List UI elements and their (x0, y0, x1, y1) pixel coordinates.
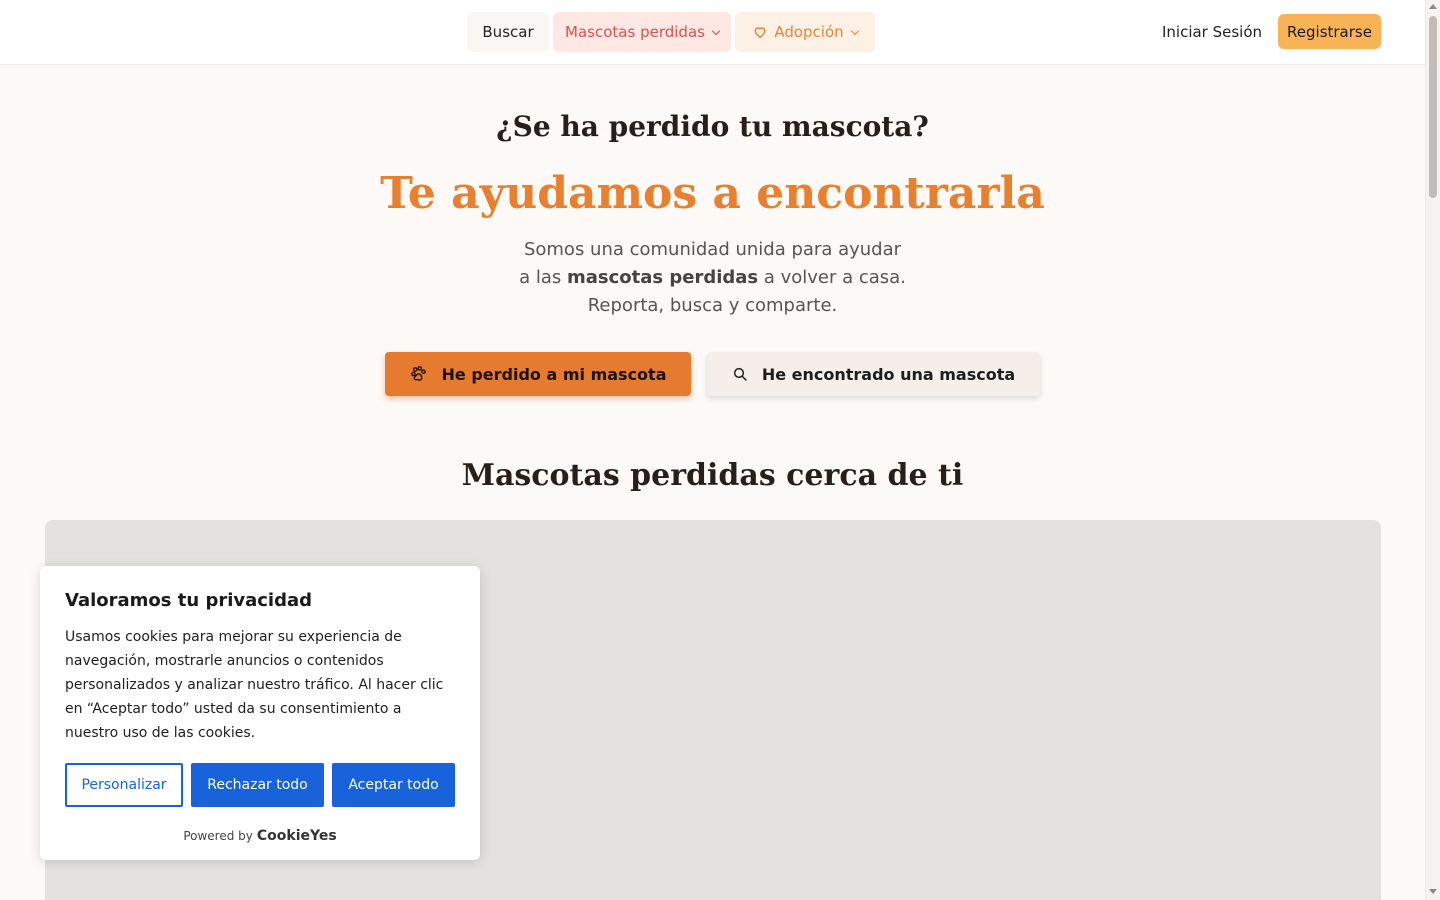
paw-icon (410, 366, 426, 381)
cookie-customize-label: Personalizar (81, 777, 167, 793)
found-pet-button[interactable]: He encontrado una mascota (707, 352, 1040, 396)
lost-pet-button-label: He perdido a mi mascota (441, 364, 667, 384)
scroll-down-arrow-icon[interactable] (1429, 889, 1437, 894)
cookie-customize-button[interactable]: Personalizar (65, 763, 183, 807)
cookie-reject-label: Rechazar todo (207, 777, 308, 793)
nav-lost-pets-label: Mascotas perdidas (565, 23, 705, 41)
scroll-up-arrow-icon[interactable] (1429, 4, 1437, 9)
login-label: Iniciar Sesión (1161, 23, 1263, 41)
cookie-buttons: Personalizar Rechazar todo Aceptar todo (65, 763, 455, 807)
scroll-thumb[interactable] (1429, 16, 1437, 198)
hero-sub-line2-post: a volver a casa. (758, 267, 906, 288)
hero-sub-line2-bold: mascotas perdidas (566, 267, 759, 288)
cookie-reject-all-button[interactable]: Rechazar todo (191, 763, 324, 807)
lost-pet-button[interactable]: He perdido a mi mascota (385, 352, 691, 396)
cookie-title: Valoramos tu privacidad (65, 590, 313, 611)
nav-search-link[interactable]: Buscar (467, 12, 549, 52)
hero-sub-line1: Somos una comunidad unida para ayudar (523, 239, 902, 260)
login-link[interactable]: Iniciar Sesión (1158, 12, 1266, 52)
search-icon (733, 367, 747, 381)
nearby-lost-pets-heading: Mascotas perdidas cerca de ti (461, 458, 964, 493)
cookie-powered-by: Powered by CookieYes (40, 828, 480, 844)
cookie-consent-banner: Valoramos tu privacidad Usamos cookies p… (40, 566, 480, 860)
cookie-description: Usamos cookies para mejorar su experienc… (65, 629, 444, 741)
chevron-down-icon (850, 26, 859, 35)
hero-question: ¿Se ha perdido tu mascota? (496, 110, 929, 143)
heart-icon (754, 27, 766, 39)
nav-search-label: Buscar (482, 23, 534, 41)
top-navbar: Buscar Mascotas perdidas Adopción Inicia… (0, 0, 1425, 65)
chevron-down-icon (711, 26, 721, 35)
register-button[interactable]: Registrarse (1278, 14, 1381, 49)
page-scrollbar[interactable] (1425, 0, 1440, 900)
hero-sub-line2: a las mascotas perdidas a volver a casa. (0, 264, 1425, 292)
register-label: Registrarse (1287, 22, 1372, 41)
hero-sub-line2-pre: a las (519, 267, 567, 288)
nav-adoption-dropdown[interactable]: Adopción (735, 12, 875, 52)
hero-sub-line3: Reporta, busca y comparte. (587, 295, 838, 316)
nav-lost-pets-dropdown[interactable]: Mascotas perdidas (553, 12, 731, 52)
cookie-accept-label: Aceptar todo (348, 777, 439, 793)
hero-title: Te ayudamos a encontrarla (380, 168, 1045, 219)
cookieyes-logo[interactable]: CookieYes (257, 828, 337, 844)
cookie-accept-all-button[interactable]: Aceptar todo (332, 763, 455, 807)
hero-subtitle: Somos una comunidad unida para ayudar a … (0, 236, 1425, 320)
powered-by-label: Powered by (183, 829, 253, 843)
nav-adoption-label: Adopción (774, 23, 844, 41)
found-pet-button-label: He encontrado una mascota (761, 364, 1016, 384)
